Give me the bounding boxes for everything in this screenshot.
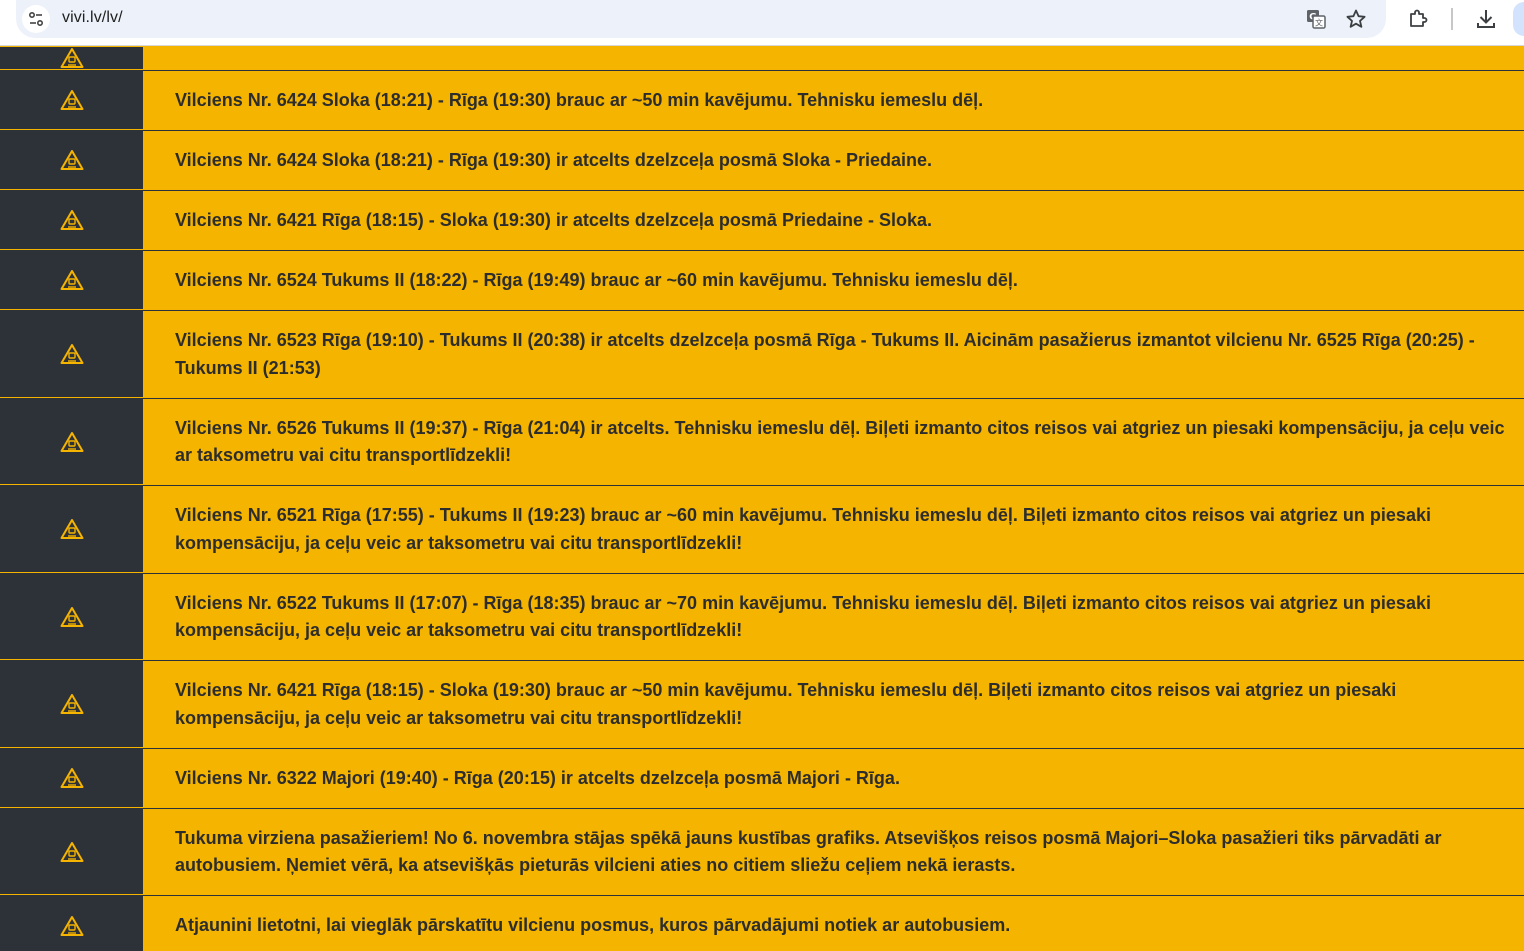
- alert-icon-cell: [0, 486, 143, 573]
- alert-text-cell: Vilciens Nr. 6524 Tukums II (18:22) - Rī…: [143, 251, 1524, 310]
- alert-row: Vilciens Nr. 6524 Tukums II (18:22) - Rī…: [0, 251, 1524, 311]
- alert-icon-cell: [0, 311, 143, 398]
- warning-train-icon: [60, 915, 83, 936]
- warning-train-icon: [60, 47, 83, 68]
- alert-row: Vilciens Nr. 6424 Sloka (18:21) - Rīga (…: [0, 131, 1524, 191]
- alert-icon-cell: [0, 574, 143, 660]
- alert-text-cell: Vilciens Nr. 6322 Majori (19:40) - Rīga …: [143, 749, 1524, 808]
- alert-text-cell: Vilciens Nr. 6421 Rīga (18:15) - Sloka (…: [143, 661, 1524, 748]
- alert-text-cell: [143, 47, 1524, 70]
- alert-row: Tukuma virziena pasažieriem! No 6. novem…: [0, 809, 1524, 896]
- alert-row: Vilciens Nr. 6322 Majori (19:40) - Rīga …: [0, 749, 1524, 809]
- url-text[interactable]: vivi.lv/lv/: [62, 9, 123, 27]
- translate-icon[interactable]: G 文: [1304, 7, 1328, 31]
- alert-text: Tukuma virziena pasažieriem! No 6. novem…: [175, 827, 1447, 876]
- alert-text: Vilciens Nr. 6521 Rīga (17:55) - Tukums …: [175, 505, 1436, 553]
- alert-row: [0, 47, 1524, 71]
- profile-avatar[interactable]: [1513, 2, 1524, 36]
- alert-icon-cell: [0, 809, 143, 895]
- alert-row: Vilciens Nr. 6424 Sloka (18:21) - Rīga (…: [0, 71, 1524, 131]
- alert-icon-cell: [0, 251, 143, 310]
- alert-text-cell: Atjaunini lietotni, lai vieglāk pārskatī…: [143, 896, 1524, 951]
- alert-icon-cell: [0, 661, 143, 748]
- browser-toolbar: vivi.lv/lv/ G 文: [0, 0, 1524, 46]
- alert-icon-cell: [0, 131, 143, 190]
- alert-text-cell: Tukuma virziena pasažieriem! No 6. novem…: [143, 809, 1524, 895]
- alert-icon-cell: [0, 191, 143, 250]
- site-settings-icon[interactable]: [22, 5, 50, 33]
- toolbar-separator: [1451, 8, 1453, 30]
- alert-text: Vilciens Nr. 6421 Rīga (18:15) - Sloka (…: [175, 209, 933, 230]
- warning-train-icon: [60, 694, 83, 714]
- warning-train-icon: [60, 210, 83, 230]
- alerts-list: Vilciens Nr. 6424 Sloka (18:21) - Rīga (…: [0, 47, 1524, 951]
- extensions-icon[interactable]: [1405, 6, 1431, 32]
- alert-row: Vilciens Nr. 6526 Tukums II (19:37) - Rī…: [0, 399, 1524, 486]
- alert-text: Vilciens Nr. 6526 Tukums II (19:37) - Rī…: [175, 417, 1510, 466]
- warning-train-icon: [60, 768, 83, 788]
- warning-train-icon: [60, 519, 83, 539]
- warning-train-icon: [60, 606, 83, 627]
- alert-icon-cell: [0, 749, 143, 808]
- alert-text-cell: Vilciens Nr. 6523 Rīga (19:10) - Tukums …: [143, 311, 1524, 398]
- alert-text-cell: Vilciens Nr. 6521 Rīga (17:55) - Tukums …: [143, 486, 1524, 573]
- alert-text-cell: Vilciens Nr. 6522 Tukums II (17:07) - Rī…: [143, 574, 1524, 660]
- warning-train-icon: [60, 841, 83, 862]
- svg-text:文: 文: [1315, 18, 1323, 28]
- warning-train-icon: [60, 150, 83, 170]
- alert-text-cell: Vilciens Nr. 6424 Sloka (18:21) - Rīga (…: [143, 131, 1524, 190]
- alert-icon-cell: [0, 71, 143, 130]
- warning-train-icon: [60, 431, 83, 452]
- alert-row: Vilciens Nr. 6522 Tukums II (17:07) - Rī…: [0, 574, 1524, 661]
- alert-row: Atjaunini lietotni, lai vieglāk pārskatī…: [0, 896, 1524, 951]
- alert-text: Vilciens Nr. 6522 Tukums II (17:07) - Rī…: [175, 592, 1436, 641]
- alert-text: Vilciens Nr. 6524 Tukums II (18:22) - Rī…: [175, 269, 1018, 290]
- alert-row: Vilciens Nr. 6421 Rīga (18:15) - Sloka (…: [0, 661, 1524, 749]
- alert-row: Vilciens Nr. 6521 Rīga (17:55) - Tukums …: [0, 486, 1524, 574]
- alert-row: Vilciens Nr. 6523 Rīga (19:10) - Tukums …: [0, 311, 1524, 399]
- alert-text: Vilciens Nr. 6523 Rīga (19:10) - Tukums …: [175, 330, 1480, 378]
- address-bar[interactable]: vivi.lv/lv/ G 文: [16, 0, 1386, 38]
- warning-train-icon: [60, 344, 83, 364]
- bookmark-star-icon[interactable]: [1344, 7, 1368, 31]
- alert-text: Vilciens Nr. 6421 Rīga (18:15) - Sloka (…: [175, 680, 1402, 728]
- alert-text: Vilciens Nr. 6322 Majori (19:40) - Rīga …: [175, 767, 900, 788]
- alert-icon-cell: [0, 47, 143, 70]
- alert-text: Vilciens Nr. 6424 Sloka (18:21) - Rīga (…: [175, 89, 984, 110]
- alert-icon-cell: [0, 896, 143, 951]
- warning-train-icon: [60, 90, 83, 110]
- alert-row: Vilciens Nr. 6421 Rīga (18:15) - Sloka (…: [0, 191, 1524, 251]
- alert-text-cell: Vilciens Nr. 6421 Rīga (18:15) - Sloka (…: [143, 191, 1524, 250]
- alert-text: Atjaunini lietotni, lai vieglāk pārskatī…: [175, 915, 1011, 936]
- alert-text-cell: Vilciens Nr. 6424 Sloka (18:21) - Rīga (…: [143, 71, 1524, 130]
- download-icon[interactable]: [1473, 6, 1499, 32]
- alert-icon-cell: [0, 399, 143, 485]
- alert-text: Vilciens Nr. 6424 Sloka (18:21) - Rīga (…: [175, 149, 933, 170]
- warning-train-icon: [60, 270, 83, 290]
- alert-text-cell: Vilciens Nr. 6526 Tukums II (19:37) - Rī…: [143, 399, 1524, 485]
